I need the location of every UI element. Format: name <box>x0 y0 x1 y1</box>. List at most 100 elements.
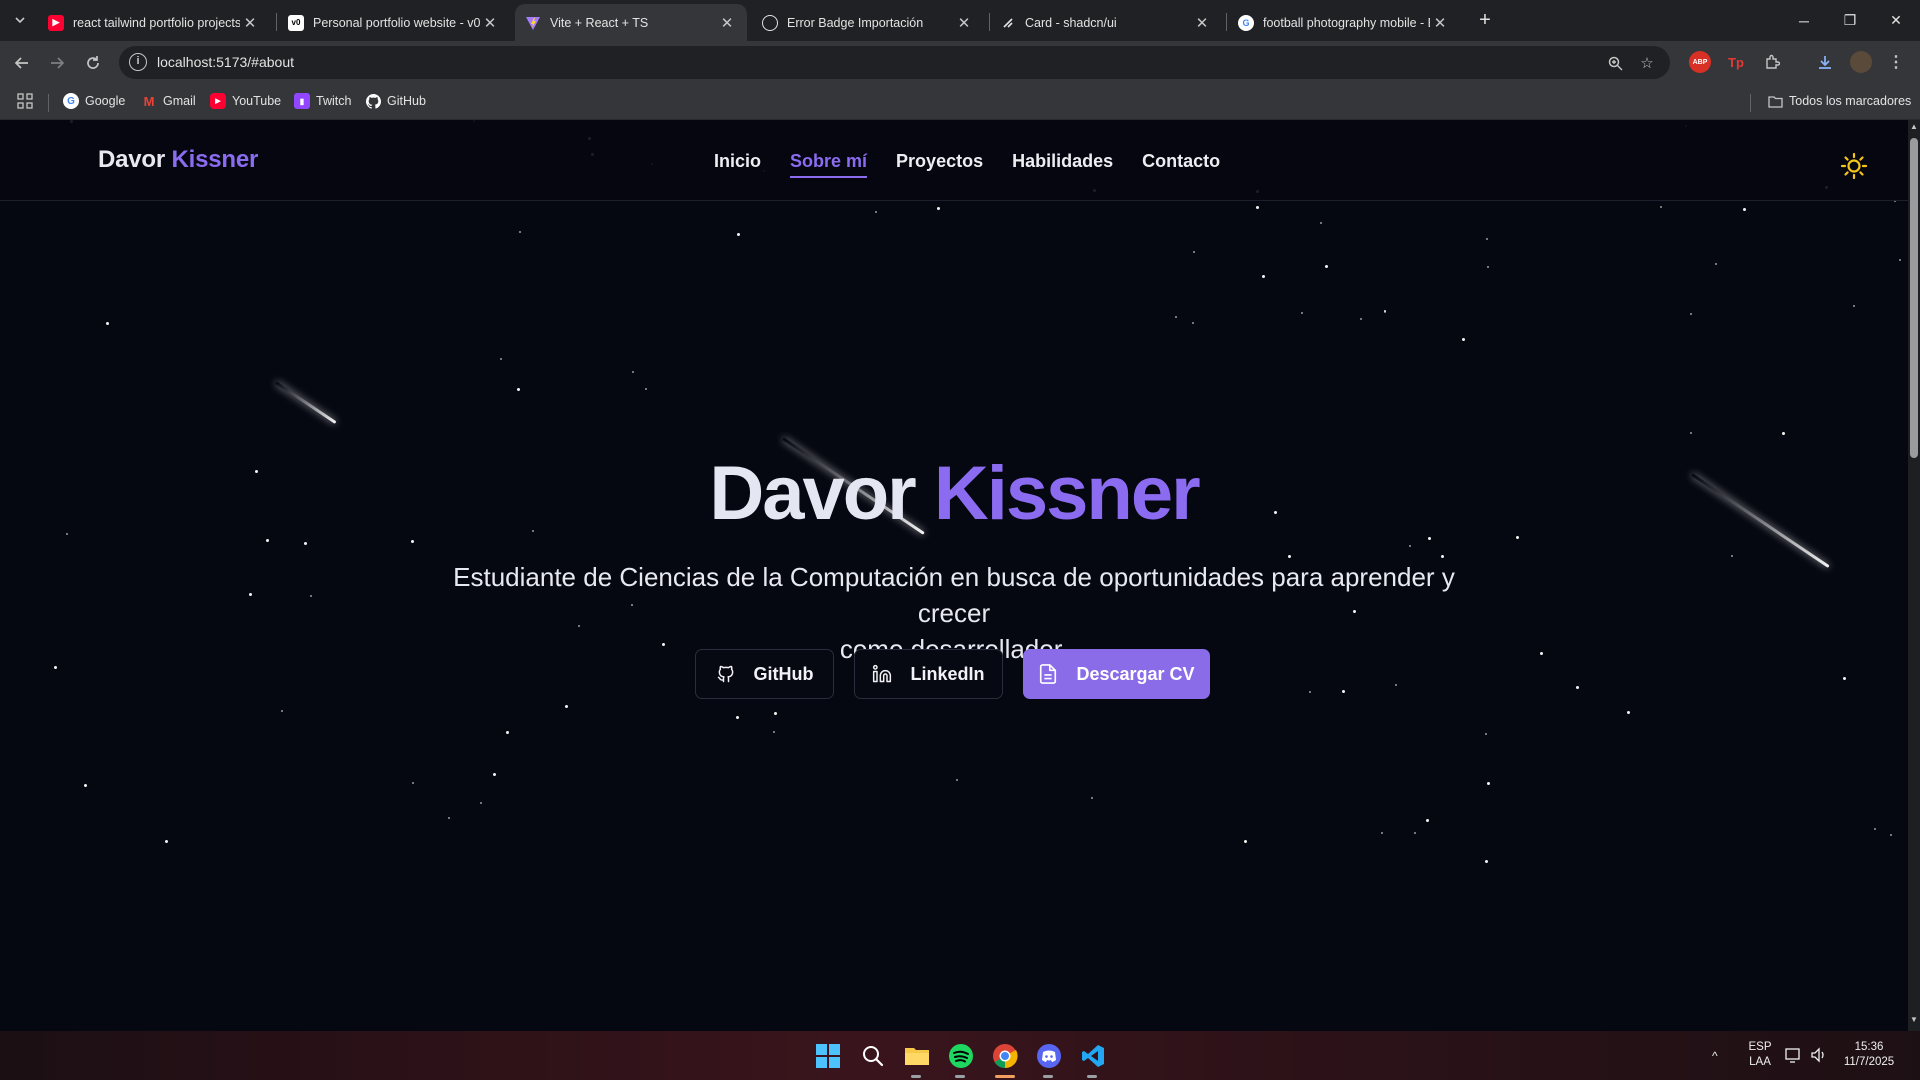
profile-avatar[interactable] <box>1850 51 1872 73</box>
star <box>1853 305 1855 307</box>
spotify-icon[interactable] <box>946 1041 976 1071</box>
adblock-icon[interactable]: ABP <box>1689 51 1711 73</box>
star <box>1288 555 1291 558</box>
tab-search-button[interactable] <box>6 8 34 32</box>
bookmark-gmail[interactable]: M Gmail <box>141 93 196 109</box>
arrow-left-icon <box>14 57 28 69</box>
star <box>956 779 958 781</box>
star <box>1360 318 1362 320</box>
nav-habilidades[interactable]: Habilidades <box>1012 151 1113 178</box>
nav-links: Inicio Sobre mí Proyectos Habilidades Co… <box>714 151 1220 178</box>
scroll-down-arrow[interactable]: ▼ <box>1908 1015 1920 1029</box>
page-scrollbar[interactable]: ▲ ▼ <box>1908 120 1920 1031</box>
nav-proyectos[interactable]: Proyectos <box>896 151 983 178</box>
more-menu-icon[interactable]: ⋮ <box>1885 51 1907 73</box>
site-logo[interactable]: Davor Kissner <box>98 146 258 174</box>
linkedin-button-label: LinkedIn <box>910 663 985 684</box>
tab-0[interactable]: ▶ react tailwind portfolio projects ✕ <box>38 4 270 41</box>
tab-4[interactable]: Card - shadcn/ui ✕ <box>990 4 1222 41</box>
youtube-icon: ▶ <box>210 93 226 109</box>
hero-subtitle-line-1: Estudiante de Ciencias de la Computación… <box>453 562 1455 628</box>
star <box>1325 265 1328 268</box>
star <box>1690 432 1692 434</box>
restore-button[interactable]: ❐ <box>1827 0 1873 41</box>
nav-inicio[interactable]: Inicio <box>714 151 761 178</box>
star <box>774 712 777 715</box>
site-info-icon[interactable]: i <box>129 53 147 71</box>
tp-extension-icon[interactable]: Tp <box>1725 51 1747 73</box>
bookmark-youtube[interactable]: ▶ YouTube <box>210 93 281 109</box>
tab-2-active[interactable]: Vite + React + TS ✕ <box>515 4 747 41</box>
tab-1[interactable]: v0 Personal portfolio website - v0 by ✕ <box>278 4 510 41</box>
star <box>1428 537 1431 540</box>
star <box>480 802 482 804</box>
volume-icon[interactable] <box>1810 1047 1828 1068</box>
minimize-button[interactable]: ─ <box>1781 0 1827 41</box>
bookmark-twitch[interactable]: ▮ Twitch <box>294 93 351 109</box>
star <box>1262 275 1265 278</box>
system-clock[interactable]: 15:36 11/7/2025 <box>1838 1040 1900 1070</box>
star <box>1899 259 1901 261</box>
bookmarks-bar: G Google M Gmail ▶ YouTube ▮ Twitch GitH… <box>0 84 1920 120</box>
address-bar[interactable]: i localhost:5173/#about ☆ <box>119 46 1670 79</box>
close-icon[interactable]: ✕ <box>954 14 974 32</box>
close-icon[interactable]: ✕ <box>240 14 260 32</box>
close-window-button[interactable]: ✕ <box>1873 0 1919 41</box>
star <box>632 371 634 373</box>
extensions-puzzle-icon[interactable] <box>1761 51 1783 73</box>
url-text: localhost:5173/#about <box>157 54 294 70</box>
star <box>1731 555 1733 557</box>
discord-icon[interactable] <box>1034 1041 1064 1071</box>
star <box>165 840 168 843</box>
star <box>281 710 283 712</box>
vscode-icon[interactable] <box>1078 1041 1108 1071</box>
tab-3[interactable]: Error Badge Importación ✕ <box>752 4 984 41</box>
nav-contacto[interactable]: Contacto <box>1142 151 1220 178</box>
star <box>1193 251 1195 253</box>
zoom-icon[interactable] <box>1604 52 1626 74</box>
language-indicator[interactable]: ESP LAA <box>1746 1040 1774 1070</box>
tray-overflow-chevron-icon[interactable]: ^ <box>1712 1049 1718 1064</box>
bookmark-github[interactable]: GitHub <box>365 93 426 109</box>
network-icon[interactable] <box>1785 1047 1803 1068</box>
star <box>500 358 502 360</box>
new-tab-button[interactable]: + <box>1471 8 1499 32</box>
reload-button[interactable] <box>79 49 107 77</box>
bookmark-star-icon[interactable]: ☆ <box>1636 52 1658 74</box>
close-icon[interactable]: ✕ <box>480 14 500 32</box>
forward-button[interactable] <box>43 49 71 77</box>
clock-date: 11/7/2025 <box>1843 1056 1895 1068</box>
star <box>412 782 414 784</box>
close-icon[interactable]: ✕ <box>1192 14 1212 32</box>
bookmark-google[interactable]: G Google <box>63 93 125 109</box>
shadcn-icon <box>1000 15 1016 31</box>
close-icon[interactable]: ✕ <box>717 14 737 32</box>
download-cv-button[interactable]: Descargar CV <box>1023 649 1210 699</box>
nav-sobre-mi[interactable]: Sobre mí <box>790 151 868 178</box>
hero-first-name: Davor <box>709 451 916 536</box>
screen: ▶ react tailwind portfolio projects ✕ v0… <box>0 0 1920 1080</box>
search-icon[interactable] <box>858 1041 888 1071</box>
scroll-up-arrow[interactable]: ▲ <box>1908 122 1920 136</box>
star <box>1743 208 1746 211</box>
back-button[interactable] <box>8 49 36 77</box>
theme-toggle-button[interactable] <box>1838 150 1870 182</box>
scroll-thumb[interactable] <box>1910 138 1918 458</box>
file-explorer-icon[interactable] <box>902 1041 932 1071</box>
bookmark-label: GitHub <box>387 94 426 108</box>
tab-title: react tailwind portfolio projects <box>73 15 240 30</box>
tab-strip: ▶ react tailwind portfolio projects ✕ v0… <box>0 0 1920 41</box>
github-button[interactable]: GitHub <box>695 649 834 699</box>
windows-start-icon[interactable] <box>813 1041 843 1071</box>
github-icon <box>716 664 736 684</box>
all-bookmarks-folder[interactable]: Todos los marcadores <box>1767 93 1911 109</box>
download-icon[interactable] <box>1814 51 1836 73</box>
apps-grid-icon[interactable] <box>17 93 33 109</box>
close-icon[interactable]: ✕ <box>1430 14 1450 32</box>
tab-5[interactable]: G football photography mobile - Bu ✕ <box>1228 4 1460 41</box>
vite-icon <box>525 15 541 31</box>
google-icon: G <box>1238 14 1254 31</box>
chrome-icon[interactable] <box>990 1041 1020 1071</box>
linkedin-button[interactable]: LinkedIn <box>854 649 1003 699</box>
star <box>1874 828 1876 830</box>
